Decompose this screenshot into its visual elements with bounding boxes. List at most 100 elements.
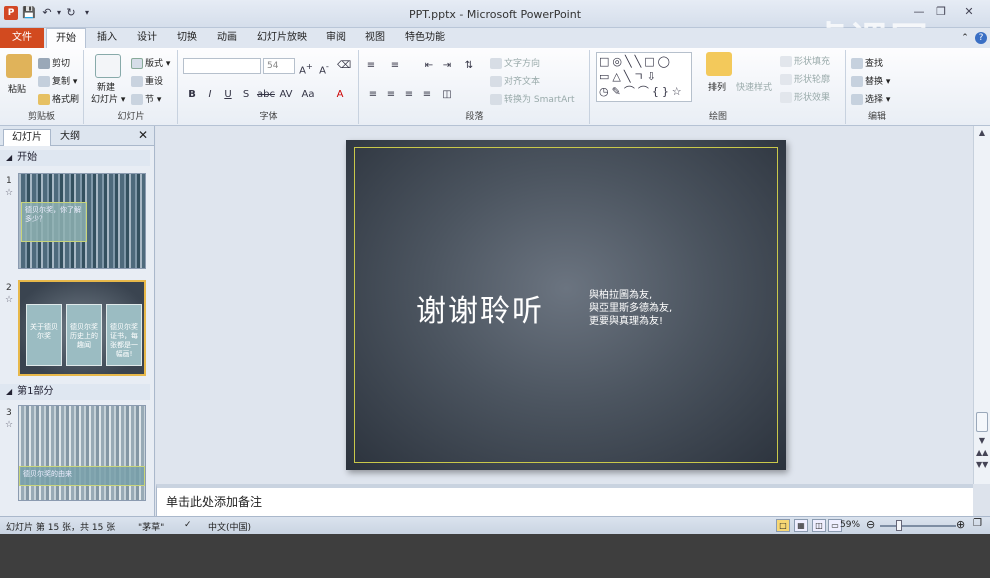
slide-thumbnail-1[interactable]: 德贝尔奖，你了解多少？ (18, 173, 146, 269)
change-case-icon[interactable]: Aa (301, 88, 315, 102)
align-text-button[interactable]: 对齐文本 (490, 74, 540, 87)
shapes-gallery[interactable]: □◎╲╲□◯ ▭△╲ㄱ⇩ ◷✎⌒⌒{}☆ (596, 52, 692, 102)
smartart-button[interactable]: 转换为 SmartArt (490, 92, 574, 105)
grow-font-icon[interactable]: A+ (299, 59, 313, 76)
paste-button[interactable]: 粘贴 (8, 82, 26, 95)
normal-view-icon[interactable]: □ (776, 519, 790, 532)
justify-icon[interactable]: ≡ (420, 88, 434, 102)
select-button[interactable]: 选择 ▾ (851, 92, 890, 105)
layout-button[interactable]: 版式 ▾ (131, 56, 170, 69)
quick-styles-button[interactable]: 快速样式 (736, 80, 772, 93)
new-slide-icon[interactable] (95, 54, 121, 78)
section-header-start[interactable]: ◢ 开始 (0, 150, 150, 166)
notes-pane[interactable]: 单击此处添加备注 (156, 484, 973, 516)
notes-placeholder[interactable]: 单击此处添加备注 (166, 493, 262, 510)
format-painter-button[interactable]: 格式刷 (38, 92, 79, 105)
decrease-indent-icon[interactable]: ⇤ (422, 59, 436, 73)
align-right-icon[interactable]: ≡ (402, 88, 416, 102)
vertical-scrollbar[interactable]: ▲ ▼ ▲▲ ▼▼ (973, 126, 990, 484)
tab-file[interactable]: 文件 (0, 28, 44, 48)
minimize-icon[interactable]: — (908, 4, 930, 20)
section-icon (131, 94, 143, 105)
shrink-font-icon[interactable]: A- (317, 59, 331, 76)
arrange-label: 排列 (708, 83, 727, 93)
italic-icon[interactable]: I (203, 88, 217, 102)
arrange-icon[interactable] (706, 52, 732, 76)
ribbon-collapse-icon[interactable]: ⌃ (958, 28, 972, 48)
section-title: 第1部分 (17, 386, 54, 397)
language-status[interactable]: 中文(中国) (208, 520, 251, 533)
align-center-icon[interactable]: ≡ (384, 88, 398, 102)
section-button[interactable]: 节 ▾ (131, 92, 161, 105)
tab-view[interactable]: 视图 (362, 28, 388, 48)
layout-icon (131, 58, 143, 69)
slide-thumbnail-3[interactable]: 德贝尔奖的由来 (18, 405, 146, 501)
zoom-slider[interactable] (880, 525, 956, 527)
previous-slide-icon[interactable]: ▲▲ (976, 448, 988, 457)
shape-outline-button[interactable]: 形状轮廓 (780, 72, 830, 85)
scrollbar-thumb[interactable] (976, 412, 988, 432)
shape-effects-icon (780, 92, 792, 103)
zoom-level[interactable]: 59% (840, 520, 860, 530)
find-button[interactable]: 查找 (851, 56, 883, 69)
paste-icon[interactable] (6, 54, 32, 78)
tab-transitions[interactable]: 切换 (174, 28, 200, 48)
strikethrough-icon[interactable]: abc (257, 88, 275, 102)
slide-title[interactable]: 谢谢聆听 (416, 286, 544, 330)
cut-button[interactable]: 剪切 (38, 56, 70, 69)
tab-design[interactable]: 设计 (134, 28, 160, 48)
font-name-combo[interactable] (183, 58, 261, 74)
line-spacing-icon[interactable]: ⇅ (462, 59, 476, 73)
section-header-part1[interactable]: ◢ 第1部分 (0, 384, 150, 400)
bullets-icon[interactable]: ≡ (364, 59, 378, 73)
char-spacing-icon[interactable]: AV (279, 88, 293, 102)
spellcheck-icon[interactable]: ✓ (184, 520, 192, 530)
scroll-up-icon[interactable]: ▲ (976, 128, 988, 137)
reset-button[interactable]: 重设 (131, 74, 163, 87)
tab-outline[interactable]: 大纲 (52, 129, 88, 146)
tab-slideshow[interactable]: 幻灯片放映 (254, 28, 310, 48)
tab-home[interactable]: 开始 (46, 28, 86, 48)
arrange-button[interactable]: 排列 (708, 80, 726, 93)
zoom-slider-knob[interactable] (896, 520, 902, 531)
help-icon[interactable]: ? (974, 28, 988, 48)
quote-line[interactable]: 更要與真理為友! (589, 312, 663, 327)
close-pane-icon[interactable]: ✕ (138, 128, 148, 142)
next-slide-icon[interactable]: ▼▼ (976, 460, 988, 469)
font-size-combo[interactable]: 54 (263, 58, 295, 74)
numbering-icon[interactable]: ≡ (388, 59, 402, 73)
theme-status[interactable]: "茅草" (138, 520, 164, 533)
paragraph-group: ≡ ≡ ⇤ ⇥ ⇅ ≡ ≡ ≡ ≡ ◫ 文字方向 对齐文本 转换为 SmartA… (360, 50, 590, 124)
increase-indent-icon[interactable]: ⇥ (440, 59, 454, 73)
tab-insert[interactable]: 插入 (94, 28, 120, 48)
text-direction-button[interactable]: 文字方向 (490, 56, 540, 69)
slide-thumbnail-2[interactable]: 关于德贝尔奖 德贝尔奖历史上的趣闻 德贝尔奖证书，每张都是一幅画! (18, 280, 146, 376)
zoom-out-icon[interactable]: ⊖ (866, 518, 875, 531)
tab-slides[interactable]: 幻灯片 (3, 129, 51, 146)
align-left-icon[interactable]: ≡ (366, 88, 380, 102)
zoom-in-icon[interactable]: ⊕ (956, 518, 965, 531)
copy-button[interactable]: 复制 ▾ (38, 74, 77, 87)
scroll-down-icon[interactable]: ▼ (976, 436, 988, 445)
new-slide-button[interactable]: 幻灯片 ▾ (91, 92, 125, 105)
close-icon[interactable]: ✕ (958, 4, 980, 20)
bold-icon[interactable]: B (185, 88, 199, 102)
tab-special-features[interactable]: 特色功能 (402, 28, 448, 48)
underline-icon[interactable]: U (221, 88, 235, 102)
slide-sorter-icon[interactable]: ▦ (794, 519, 808, 532)
current-slide[interactable]: 谢谢聆听 與柏拉圖為友, 與亞里斯多德為友, 更要與真理為友! (346, 140, 786, 470)
fit-to-window-icon[interactable]: ❐ (973, 518, 982, 529)
replace-button[interactable]: 替换 ▾ (851, 74, 890, 87)
reading-view-icon[interactable]: ◫ (812, 519, 826, 532)
shape-fill-button[interactable]: 形状填充 (780, 54, 830, 67)
tab-animations[interactable]: 动画 (214, 28, 240, 48)
clear-format-icon[interactable]: ⌫ (337, 59, 351, 73)
restore-icon[interactable]: ❐ (930, 4, 952, 20)
shape-effects-button[interactable]: 形状效果 (780, 90, 830, 103)
font-color-icon[interactable]: A (333, 88, 347, 102)
columns-icon[interactable]: ◫ (440, 88, 454, 102)
shadow-icon[interactable]: S (239, 88, 253, 102)
window-title: PPT.pptx - Microsoft PowerPoint (408, 8, 582, 21)
slide-count-status: 幻灯片 第 15 张，共 15 张 (6, 523, 116, 533)
tab-review[interactable]: 审阅 (323, 28, 349, 48)
